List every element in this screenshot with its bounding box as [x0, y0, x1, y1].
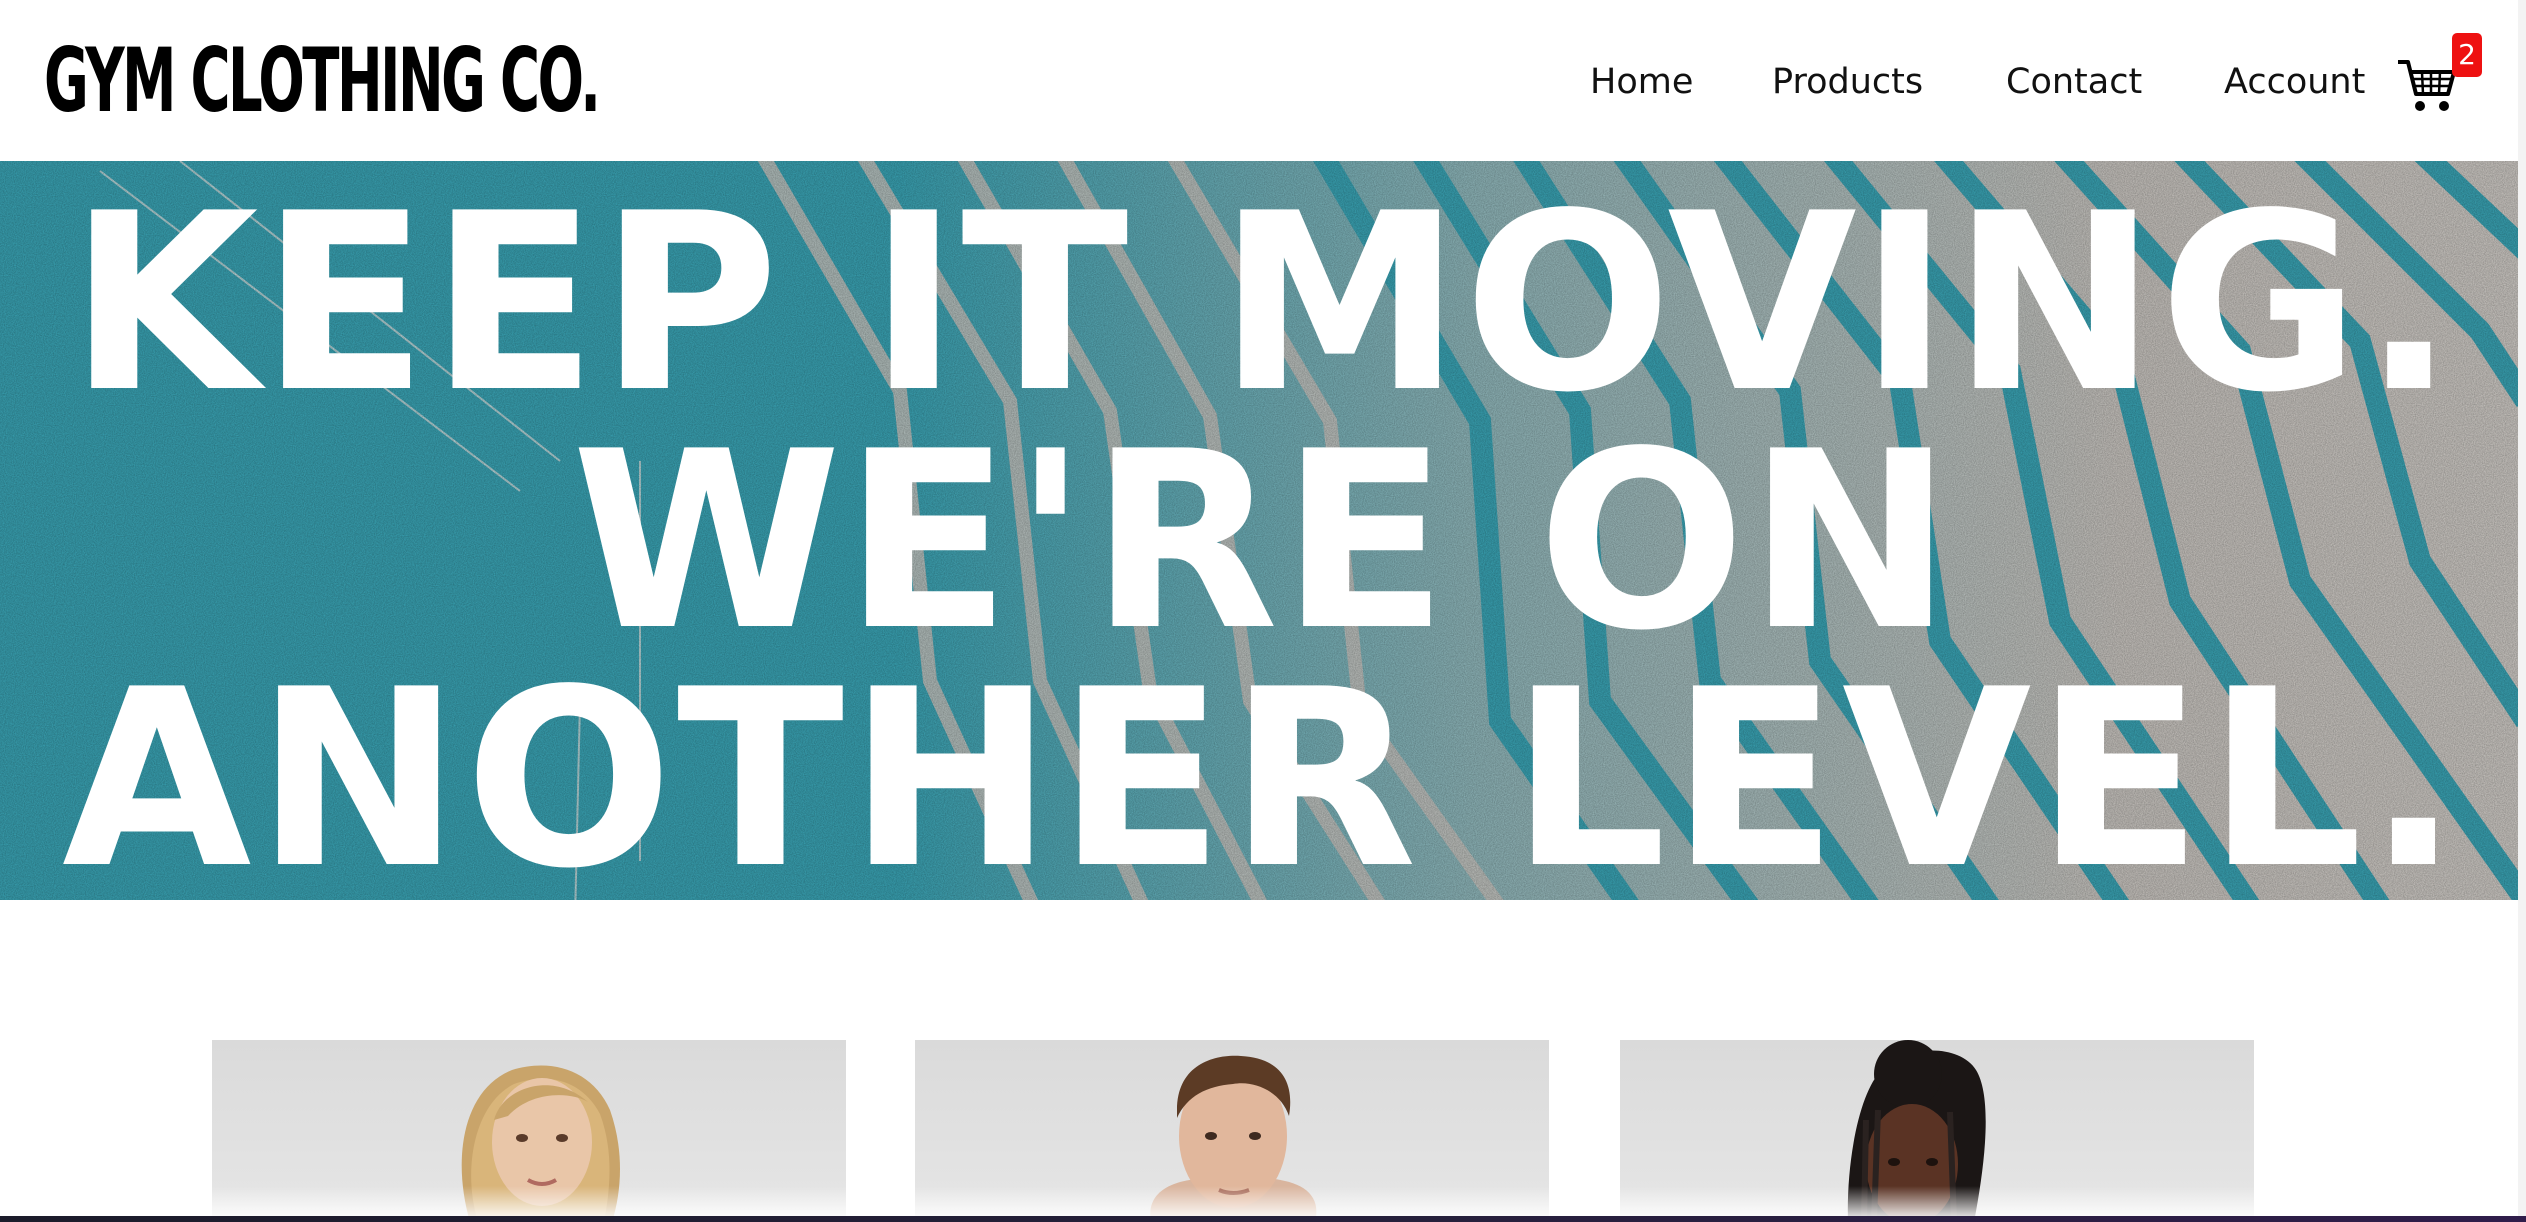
window-bottom-edge [0, 1216, 2526, 1222]
bottom-fade [0, 1186, 2526, 1218]
nav-products[interactable]: Products [1772, 50, 1923, 114]
hero-banner: KEEP IT MOVING. WE'RE ON ANOTHER LEVEL. [0, 161, 2526, 900]
cart-count-badge: 2 [2452, 33, 2482, 77]
hero-headline-line-3: ANOTHER LEVEL. [61, 637, 2465, 900]
logo-text: GYM CLOTHING CO. [44, 28, 601, 132]
nav-account[interactable]: Account [2224, 50, 2365, 114]
hero-headline-line-1: KEEP IT MOVING. [68, 161, 2458, 446]
page: GYM CLOTHING CO. Home Products Contact A… [0, 0, 2526, 1222]
site-header: GYM CLOTHING CO. Home Products Contact A… [0, 0, 2526, 161]
nav-contact[interactable]: Contact [2006, 50, 2142, 114]
page-scrollbar[interactable] [2518, 0, 2526, 1216]
hero-headline-line-2: WE'RE ON [571, 399, 1955, 684]
nav-home[interactable]: Home [1590, 50, 1693, 114]
shopping-cart-icon [2398, 60, 2456, 111]
logo-link[interactable]: GYM CLOTHING CO. [38, 10, 638, 145]
